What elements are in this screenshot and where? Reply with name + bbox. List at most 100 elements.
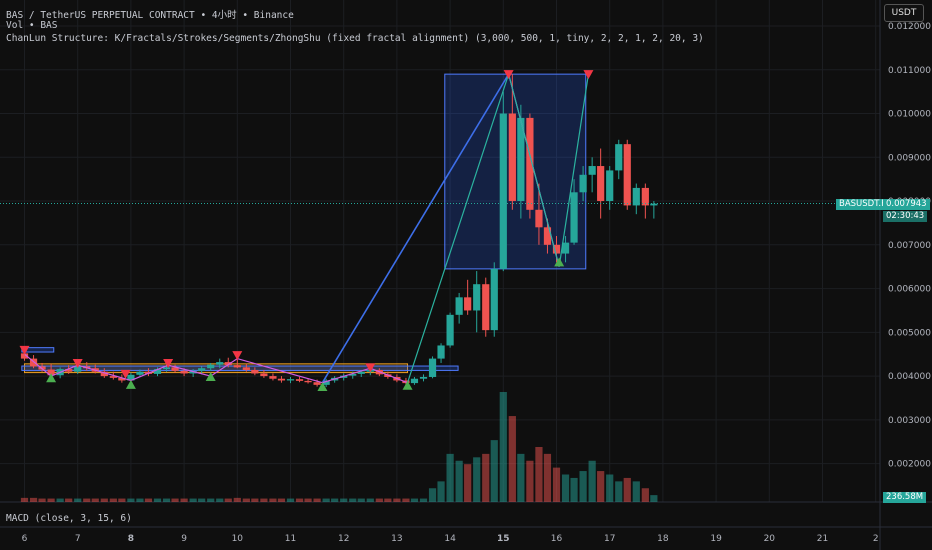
volume-bar [437,481,445,502]
y-tick-label: 0.004000 [888,372,931,382]
volume-bar [349,498,357,502]
volume-bar [304,498,312,502]
volume-bar [402,498,410,502]
candle-body [606,170,614,202]
volume-bar [570,477,578,502]
candle-body [410,378,419,384]
candle-body [579,174,587,193]
candle-body [313,382,321,385]
x-tick-label: 8 [128,534,134,544]
y-tick-label: 0.003000 [888,416,931,426]
volume-bar [641,488,649,502]
volume-bar [464,464,472,502]
candle-body [233,365,241,368]
volume-bar [295,498,304,502]
fractal-bottom-marker [125,379,136,389]
x-tick-label: 21 [817,534,828,544]
x-tick-label: 20 [764,534,776,544]
volume-bar [366,498,374,502]
price-tag: 0.007943 [883,198,930,210]
y-tick-label: 0.010000 [888,110,931,120]
x-tick-label: 13 [391,534,402,544]
candle-body [207,364,215,369]
chart-svg[interactable]: 0.0120000.0110000.0100000.0090000.008000… [0,0,932,550]
indicator-label: ChanLun Structure: K/Fractals/Strokes/Se… [6,33,704,44]
x-tick-label: 2 [873,534,879,544]
volume-bar [357,498,365,502]
candle-body [198,368,206,371]
volume-bar [331,498,339,502]
volume-bar [260,498,268,502]
volume-bar [588,460,596,502]
candle-body [482,284,490,331]
volume-bar [579,471,587,502]
volume-bar [508,416,516,502]
volume-bar [410,498,419,502]
volume-bar [482,453,490,502]
volume-bar [446,453,454,502]
candle-body [269,376,277,379]
candle-body [180,370,188,374]
volume-bar [118,498,126,502]
volume-bar [490,440,498,502]
candle-body [242,367,250,370]
currency-button[interactable]: USDT [884,4,924,22]
volume-tag: 236.58M [883,492,927,503]
x-tick-label: 6 [22,534,28,544]
volume-bar [29,497,38,502]
symbol-tag: BASUSDT.P [836,198,890,210]
y-tick-label: 0.007000 [888,241,931,251]
candle-body [428,358,437,377]
volume-bar [393,498,401,502]
candle-body [508,113,516,202]
fractal-top-marker [232,351,243,361]
x-tick-label: 14 [444,534,456,544]
candle-body [473,284,481,311]
volume-bar [632,481,640,502]
volume-bar [384,498,392,502]
volume-bar [136,498,144,502]
volume-bar [153,498,162,502]
candle-body [437,345,445,359]
volume-bar [189,498,197,502]
volume-bar [615,481,623,502]
volume-bar [91,498,99,502]
volume-bar [65,498,73,502]
x-tick-label: 15 [497,534,510,544]
macd-label: MACD (close, 3, 15, 6) [6,513,132,524]
candle-body [295,379,304,381]
volume-bar [269,498,277,502]
candle-body [588,166,596,175]
candle-body [304,380,312,383]
volume-bar [455,460,463,502]
volume-bar [535,447,543,502]
x-tick-label: 18 [657,534,669,544]
volume-bar [277,498,286,502]
candle-body [216,362,224,365]
y-tick-label: 0.006000 [888,285,931,295]
volume-bar [313,498,321,502]
volume-bar [180,498,188,502]
volume-bar [375,498,383,502]
volume-bar [428,488,437,502]
volume-bar [322,498,330,502]
volume-bar [543,453,552,502]
volume-bar [606,474,614,502]
x-tick-label: 9 [181,534,187,544]
chart-title: BAS / TetherUS PERPETUAL CONTRACT • 4小时 … [6,10,294,21]
candle-body [623,144,631,206]
candle-body [446,314,454,346]
y-tick-label: 0.009000 [888,153,931,163]
candle-body [136,371,144,375]
volume-bar [650,495,658,502]
volume-bar [127,498,135,502]
y-tick-label: 0.005000 [888,328,931,338]
candle-body [615,144,623,171]
volume-bar [623,477,631,502]
volume-bar [419,498,428,502]
volume-bar [207,498,215,502]
volume-bar [340,498,348,502]
volume-bar [473,457,481,502]
x-tick-label: 12 [338,534,349,544]
y-tick-label: 0.011000 [888,66,931,76]
